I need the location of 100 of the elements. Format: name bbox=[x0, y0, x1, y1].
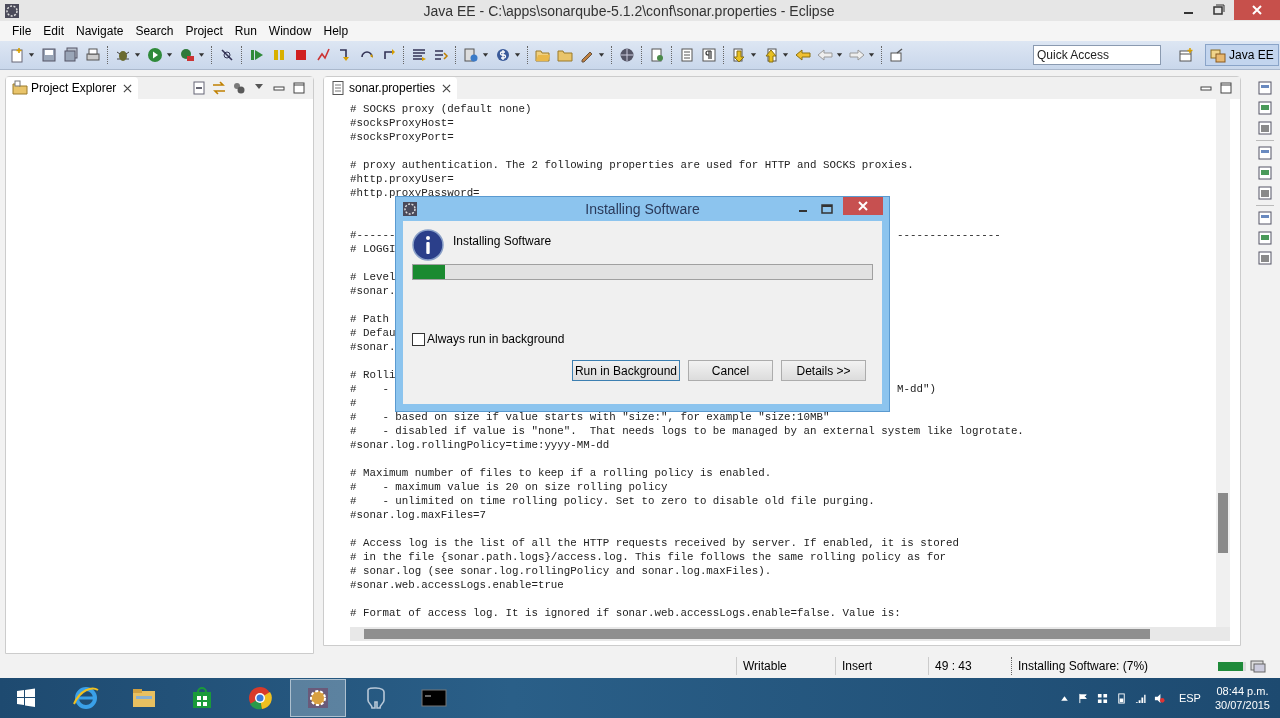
wrench-list-icon[interactable] bbox=[433, 47, 449, 63]
language-indicator[interactable]: ESP bbox=[1178, 692, 1201, 704]
dialog-button[interactable]: Details >> bbox=[781, 360, 866, 381]
down-annotation-icon[interactable] bbox=[731, 47, 747, 63]
document-icon[interactable] bbox=[330, 80, 346, 96]
progress-view-icon[interactable] bbox=[1250, 658, 1266, 674]
background-checkbox[interactable]: Always run in background bbox=[412, 332, 565, 346]
code-line: # SOCKS proxy (default none) bbox=[350, 102, 532, 116]
chrome-ball-icon bbox=[246, 684, 274, 712]
code-line: # - disabled if value is "none". That needs logs to be managed by an external system like logrotate. bbox=[350, 424, 1024, 438]
flag-icon[interactable] bbox=[1077, 692, 1089, 704]
close-icon[interactable] bbox=[123, 83, 133, 93]
code-line: # Maximum number of files to keep if a rolling policy is enabled. bbox=[350, 466, 772, 480]
code-line: # proxy authentication. The 2 following properties are used for HTTP and SOCKS proxies. bbox=[350, 158, 914, 172]
menu-item[interactable]: Search bbox=[129, 24, 180, 38]
signal-icon[interactable] bbox=[1134, 692, 1146, 704]
save-all-icon[interactable] bbox=[63, 47, 79, 63]
code-line: # Access log is the list of all the HTTP requests received by server. If enabled, it is stored bbox=[350, 536, 960, 550]
maximize-icon[interactable] bbox=[291, 80, 307, 96]
dialog-button[interactable]: Run in Background bbox=[572, 360, 680, 381]
speaker-icon[interactable] bbox=[1153, 692, 1165, 704]
code-line: # Path bbox=[350, 312, 389, 326]
view-icon[interactable] bbox=[1257, 120, 1273, 136]
app-icon bbox=[402, 201, 418, 217]
save-icon[interactable] bbox=[41, 47, 57, 63]
view-icon[interactable] bbox=[1257, 250, 1273, 266]
horizontal-scrollbar[interactable] bbox=[350, 627, 1230, 641]
view-icon[interactable] bbox=[1257, 230, 1273, 246]
view-icon[interactable] bbox=[1257, 80, 1273, 96]
close-icon[interactable] bbox=[442, 83, 452, 93]
status-text: Writable bbox=[736, 657, 835, 675]
dialog-button[interactable]: Cancel bbox=[688, 360, 773, 381]
close-icon[interactable] bbox=[1234, 0, 1280, 20]
view-icon[interactable] bbox=[1257, 165, 1273, 181]
info-icon bbox=[412, 229, 444, 261]
code-line: #------ bbox=[350, 229, 396, 241]
window-title: Java EE - C:\apps\sonarqube-5.1.2\conf\sonar.properties - Eclipse bbox=[422, 2, 836, 19]
view-icon[interactable] bbox=[1257, 145, 1273, 161]
battery-icon[interactable] bbox=[1115, 692, 1127, 704]
code-line: # Format of access log. It is ignored if sonar.web.accessLogs.enable=false. Value is: bbox=[350, 606, 901, 620]
pilcrow-icon[interactable] bbox=[701, 47, 717, 63]
external-tool-icon[interactable] bbox=[179, 47, 195, 63]
perspective-button[interactable]: Java EE bbox=[1205, 44, 1279, 66]
menu-item[interactable]: File bbox=[6, 24, 38, 38]
resume-icon[interactable] bbox=[249, 47, 265, 63]
collapse-all-icon[interactable] bbox=[191, 80, 207, 96]
page-icon[interactable] bbox=[679, 47, 695, 63]
view-icon[interactable] bbox=[1257, 100, 1273, 116]
code-line: # - based on size if value starts with "size:", for example "size:10MB" bbox=[350, 410, 830, 424]
window-plus-icon[interactable] bbox=[1178, 47, 1194, 63]
code-line: #socksProxyHost= bbox=[350, 116, 454, 130]
code-line: # Rolli bbox=[350, 368, 396, 382]
dollar-icon[interactable] bbox=[495, 47, 511, 63]
menu-item[interactable]: Window bbox=[262, 24, 318, 38]
view-icon[interactable] bbox=[1257, 185, 1273, 201]
menu-item[interactable]: Run bbox=[228, 24, 263, 38]
code-line: # Level bbox=[350, 270, 396, 284]
code-line: #sonar.web.accessLogs.enable=true bbox=[350, 578, 564, 592]
code-line: #sonar.log.maxFiles=7 bbox=[350, 508, 487, 522]
status-text: Insert bbox=[835, 657, 928, 675]
dialog-title: Installing Software bbox=[584, 201, 701, 217]
code-line: M-dd") bbox=[897, 382, 936, 396]
run-icon[interactable] bbox=[147, 47, 163, 63]
perspective-icon bbox=[1210, 47, 1226, 63]
code-line: # in the file {sonar.path.logs}/access.log. This file follows the same rolling policy as for bbox=[350, 550, 947, 564]
code-line: # bbox=[350, 396, 357, 410]
menu-item[interactable]: Help bbox=[317, 24, 355, 38]
taskbar-button[interactable] bbox=[290, 679, 346, 717]
view-icon[interactable] bbox=[1257, 210, 1273, 226]
filter-dots-icon[interactable] bbox=[231, 80, 247, 96]
windows-logo-icon[interactable] bbox=[16, 688, 36, 708]
code-line: # LOGGI bbox=[350, 242, 396, 256]
back-arrow-icon[interactable] bbox=[795, 47, 811, 63]
view-tab[interactable]: Project Explorer bbox=[6, 77, 139, 99]
menu-item[interactable]: Project bbox=[179, 24, 229, 38]
folder-icon bbox=[12, 80, 28, 96]
code-line: #sonar. bbox=[350, 284, 396, 298]
code-line: #http.proxyPassword= bbox=[350, 186, 480, 200]
code-line: #socksProxyPort= bbox=[350, 130, 454, 144]
code-line: # sonar.log (see sonar.log.rollingPolicy and sonar.log.maxFiles). bbox=[350, 564, 772, 578]
globe-icon[interactable] bbox=[619, 47, 635, 63]
editor-tab[interactable]: sonar.properties bbox=[324, 77, 458, 99]
code-line: ---------------- bbox=[897, 228, 1001, 242]
clock-time[interactable]: 08:44 p.m. bbox=[1216, 684, 1269, 698]
quick-access-field[interactable]: Quick Access bbox=[1033, 45, 1161, 65]
list-icon[interactable] bbox=[411, 47, 427, 63]
code-line: #sonar. bbox=[350, 340, 396, 354]
stop-icon[interactable] bbox=[293, 47, 309, 63]
code-line: # Defau bbox=[350, 326, 396, 340]
maximize-icon[interactable] bbox=[1218, 80, 1234, 96]
grid-icon[interactable] bbox=[1096, 692, 1108, 704]
link-arrows-icon[interactable] bbox=[211, 80, 227, 96]
menu-item[interactable]: Navigate bbox=[70, 24, 130, 38]
menu-item[interactable]: Edit bbox=[37, 24, 71, 38]
vertical-scrollbar[interactable] bbox=[1216, 99, 1230, 627]
close-icon[interactable] bbox=[843, 197, 883, 215]
clock-date[interactable]: 30/07/2015 bbox=[1214, 698, 1270, 712]
printer-icon[interactable] bbox=[85, 47, 101, 63]
code-line: # - bbox=[350, 383, 389, 395]
up-annotation-icon[interactable] bbox=[763, 47, 779, 63]
